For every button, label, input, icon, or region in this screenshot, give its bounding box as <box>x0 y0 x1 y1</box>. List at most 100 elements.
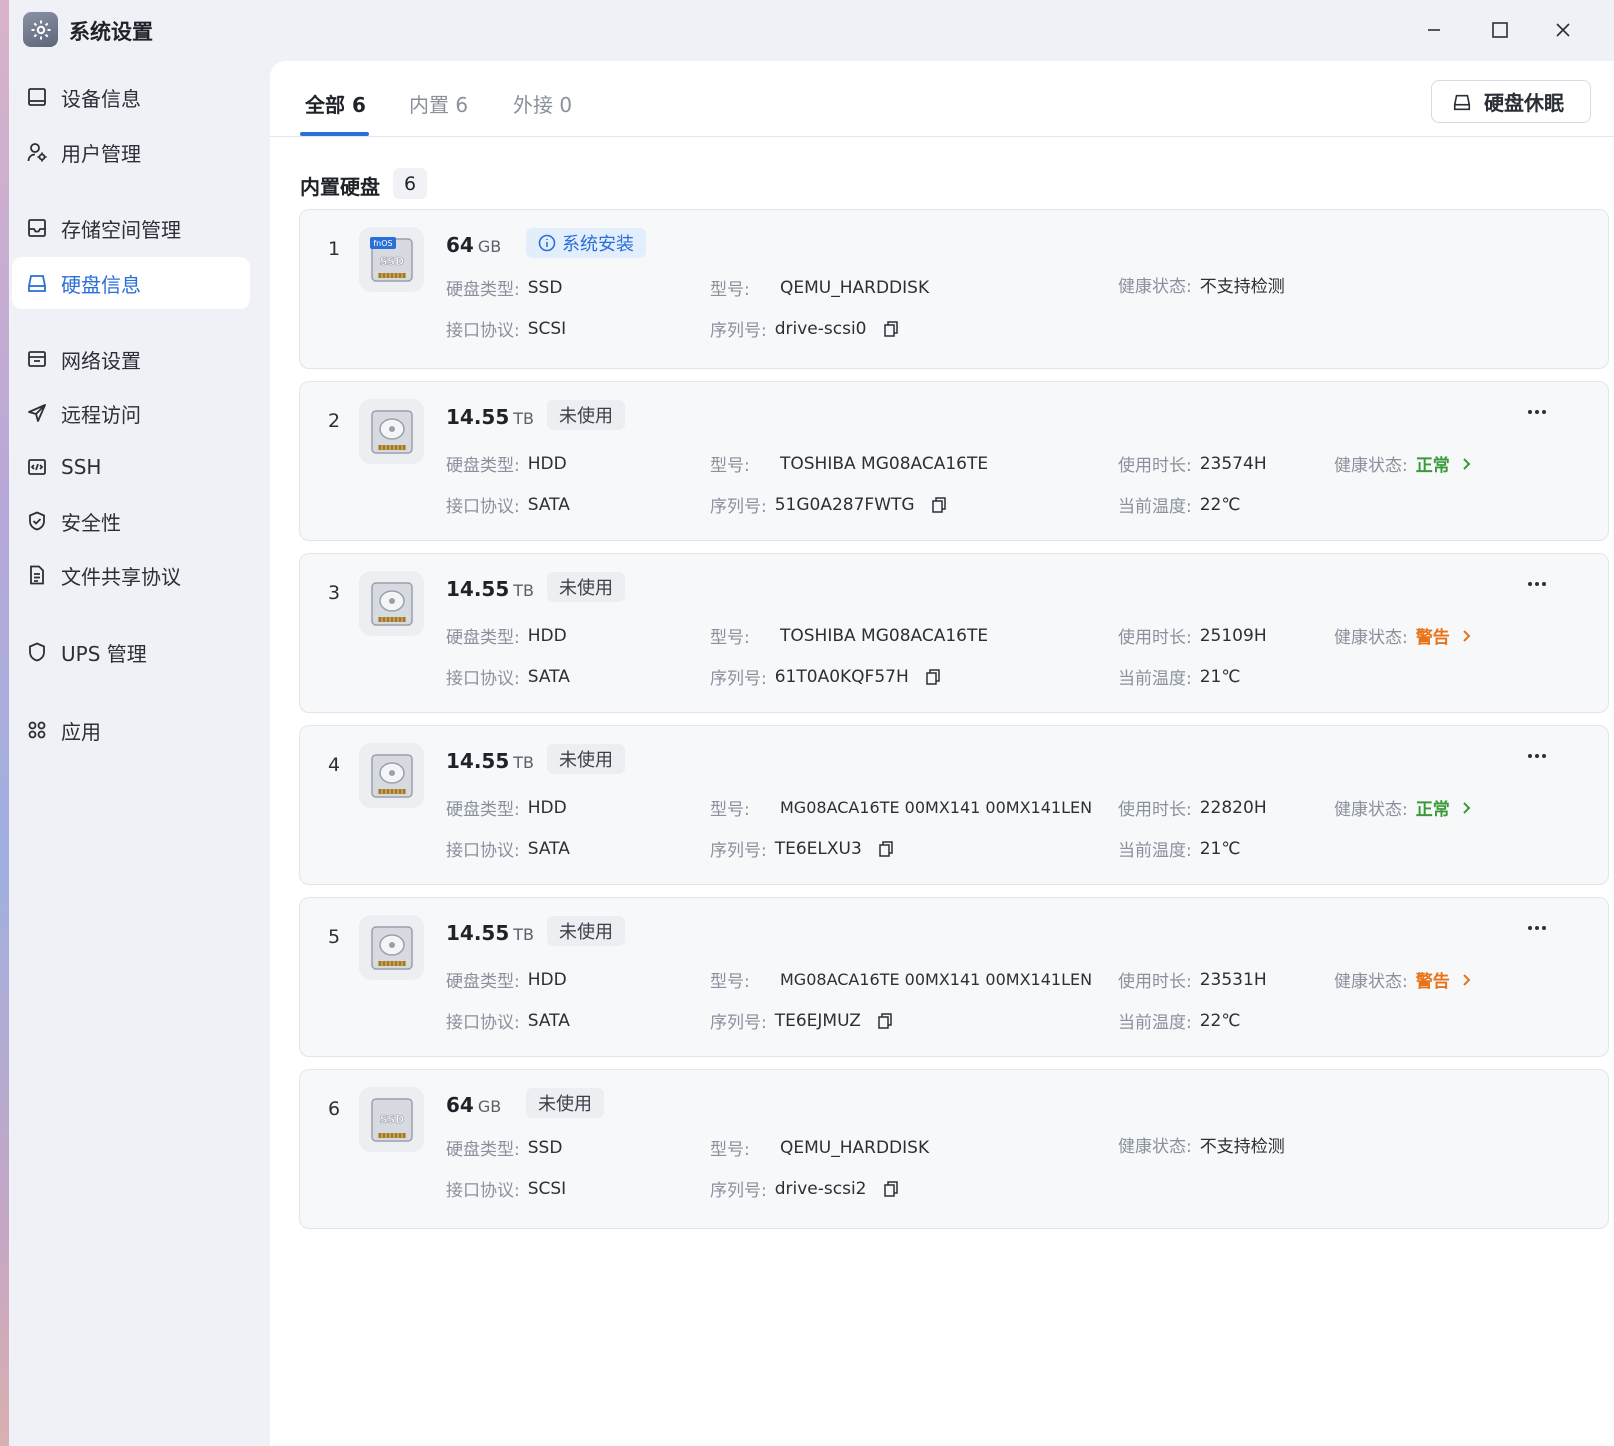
sidebar-item-label: SSH <box>61 455 102 479</box>
health-status-link[interactable]: 健康状态: 正常 <box>1334 795 1472 820</box>
health-status-link[interactable]: 健康状态: 警告 <box>1334 623 1472 648</box>
monitor-icon <box>25 85 49 109</box>
ssd-icon: SSD fnOS <box>359 227 424 292</box>
hdd-icon <box>359 915 424 980</box>
tab-all[interactable]: 全部 6 <box>305 89 366 118</box>
disk-card[interactable]: 5 14.55 TB 未使用 硬盘类型: HDD 接口协议: SATA 型号: MG08… <box>299 897 1609 1057</box>
ssd-icon: SSD <box>359 1087 424 1152</box>
usage-hours-field: 使用时长: 22820H <box>1118 797 1267 821</box>
disk-capacity: 14.55 TB <box>446 405 535 429</box>
unused-badge: 未使用 <box>547 916 625 946</box>
minimize-button[interactable] <box>1418 14 1450 46</box>
active-tab-indicator <box>300 132 369 136</box>
sidebar-item-label: 硬盘信息 <box>61 272 141 297</box>
model-field: 型号: QEMU_HARDDISK <box>710 1137 930 1161</box>
serial-field: 序列号: drive-scsi2 <box>710 1176 899 1201</box>
disk-type-field: 硬盘类型: HDD <box>446 625 567 649</box>
chevron-right-icon <box>1462 629 1472 643</box>
disk-capacity: 14.55 TB <box>446 749 535 773</box>
maximize-button[interactable] <box>1484 14 1516 46</box>
chevron-right-icon <box>1462 973 1472 987</box>
disk-card[interactable]: 4 14.55 TB 未使用 硬盘类型: HDD 接口协议: SATA 型号: MG08… <box>299 725 1609 885</box>
ssd-icon-text: SSD <box>379 255 403 268</box>
chevron-right-icon <box>1462 801 1472 815</box>
shield-check-icon <box>25 509 49 533</box>
info-icon <box>538 234 556 252</box>
more-options-button[interactable] <box>1522 920 1552 936</box>
sidebar-item-label: 用户管理 <box>61 141 141 166</box>
copy-icon[interactable] <box>876 840 894 858</box>
interface-field: 接口协议: SCSI <box>446 318 567 342</box>
sidebar-item-network[interactable]: 网络设置 <box>12 333 250 385</box>
document-icon <box>25 563 49 587</box>
more-options-button[interactable] <box>1522 576 1552 592</box>
model-field: 型号: TOSHIBA MG08ACA16TE <box>710 625 989 649</box>
apps-icon <box>25 718 49 742</box>
copy-icon[interactable] <box>875 1012 893 1030</box>
sidebar-item-security[interactable]: 安全性 <box>12 495 250 547</box>
disk-index: 2 <box>328 410 341 432</box>
serial-field: 序列号: TE6EJMUZ <box>710 1008 893 1033</box>
sidebar-item-ups[interactable]: UPS 管理 <box>12 626 250 678</box>
copy-icon[interactable] <box>881 320 899 338</box>
disk-index: 6 <box>328 1098 341 1120</box>
health-status-link[interactable]: 健康状态: 警告 <box>1334 967 1472 992</box>
shield-icon <box>25 640 49 664</box>
sidebar-item-label: 设备信息 <box>61 86 141 111</box>
interface-field: 接口协议: SATA <box>446 666 570 690</box>
user-settings-icon <box>25 140 49 164</box>
usage-hours-field: 使用时长: 25109H <box>1118 625 1267 649</box>
sidebar-item-disk-info[interactable]: 硬盘信息 <box>12 257 250 309</box>
tab-internal[interactable]: 内置 6 <box>409 89 468 118</box>
close-button[interactable] <box>1554 14 1574 46</box>
model-field: 型号: TOSHIBA MG08ACA16TE <box>710 453 989 477</box>
model-field: 型号: MG08ACA16TE 00MX141 00MX141LEN <box>710 798 1093 820</box>
disk-card[interactable]: 3 14.55 TB 未使用 硬盘类型: HDD 接口协议: SATA 型号: TOSH… <box>299 553 1609 713</box>
copy-icon[interactable] <box>881 1180 899 1198</box>
system-install-badge: 系统安装 <box>526 228 646 258</box>
copy-icon[interactable] <box>923 668 941 686</box>
sidebar-item-apps[interactable]: 应用 <box>12 704 250 756</box>
usage-hours-field: 使用时长: 23531H <box>1118 969 1267 993</box>
sidebar-item-file-sharing[interactable]: 文件共享协议 <box>12 549 250 601</box>
unused-badge: 未使用 <box>547 744 625 774</box>
unused-badge: 未使用 <box>547 572 625 602</box>
settings-window: 系统设置 设备信息 用户管理 存储空间管理 硬盘信息 网络设置 远程访问 SSH… <box>9 0 1614 1446</box>
disk-capacity: 64 GB <box>446 1093 502 1117</box>
fnos-badge-text: fnOS <box>373 239 392 248</box>
interface-field: 接口协议: SATA <box>446 1010 570 1034</box>
sidebar-item-device-info[interactable]: 设备信息 <box>12 71 250 123</box>
health-field: 健康状态: 不支持检测 <box>1118 1137 1285 1157</box>
disk-card[interactable]: 2 14.55 TB 未使用 硬盘类型: HDD 接口协议: SATA 型号: TOSH… <box>299 381 1609 541</box>
storage-icon <box>25 216 49 240</box>
temperature-field: 当前温度: 22℃ <box>1118 1010 1241 1034</box>
sidebar-item-label: 安全性 <box>61 510 121 535</box>
more-options-button[interactable] <box>1522 404 1552 420</box>
main-panel: 全部 6 内置 6 外接 0 硬盘休眠 内置硬盘 6 1 SSD fnOS 64… <box>270 61 1614 1446</box>
sidebar-item-storage[interactable]: 存储空间管理 <box>12 202 250 254</box>
disk-index: 4 <box>328 754 341 776</box>
interface-field: 接口协议: SATA <box>446 838 570 862</box>
disk-type-field: 硬盘类型: HDD <box>446 969 567 993</box>
temperature-field: 当前温度: 21℃ <box>1118 666 1241 690</box>
title-bar: 系统设置 <box>9 0 1614 60</box>
disk-capacity: 14.55 TB <box>446 921 535 945</box>
more-options-button[interactable] <box>1522 748 1552 764</box>
window-title: 系统设置 <box>69 20 153 44</box>
disk-sleep-button[interactable]: 硬盘休眠 <box>1431 80 1591 123</box>
serial-field: 序列号: 51G0A287FWTG <box>710 492 947 517</box>
network-icon <box>25 347 49 371</box>
code-icon <box>25 455 49 479</box>
unused-badge: 未使用 <box>526 1088 604 1118</box>
sidebar-item-user-management[interactable]: 用户管理 <box>12 126 250 178</box>
health-status-link[interactable]: 健康状态: 正常 <box>1334 451 1472 476</box>
copy-icon[interactable] <box>929 496 947 514</box>
sidebar-item-ssh[interactable]: SSH <box>12 441 250 493</box>
health-field: 健康状态: 不支持检测 <box>1118 277 1285 297</box>
temperature-field: 当前温度: 21℃ <box>1118 838 1241 862</box>
sidebar-item-remote-access[interactable]: 远程访问 <box>12 387 250 439</box>
model-field: 型号: QEMU_HARDDISK <box>710 277 930 301</box>
tab-external[interactable]: 外接 0 <box>513 89 572 118</box>
disk-card[interactable]: 6 SSD 64 GB 未使用 硬盘类型: SSD 接口协议: SCSI 型号: QEM… <box>299 1069 1609 1229</box>
disk-card[interactable]: 1 SSD fnOS 64 GB 系统安装 硬盘类型: SSD 接口协议: SC… <box>299 209 1609 369</box>
